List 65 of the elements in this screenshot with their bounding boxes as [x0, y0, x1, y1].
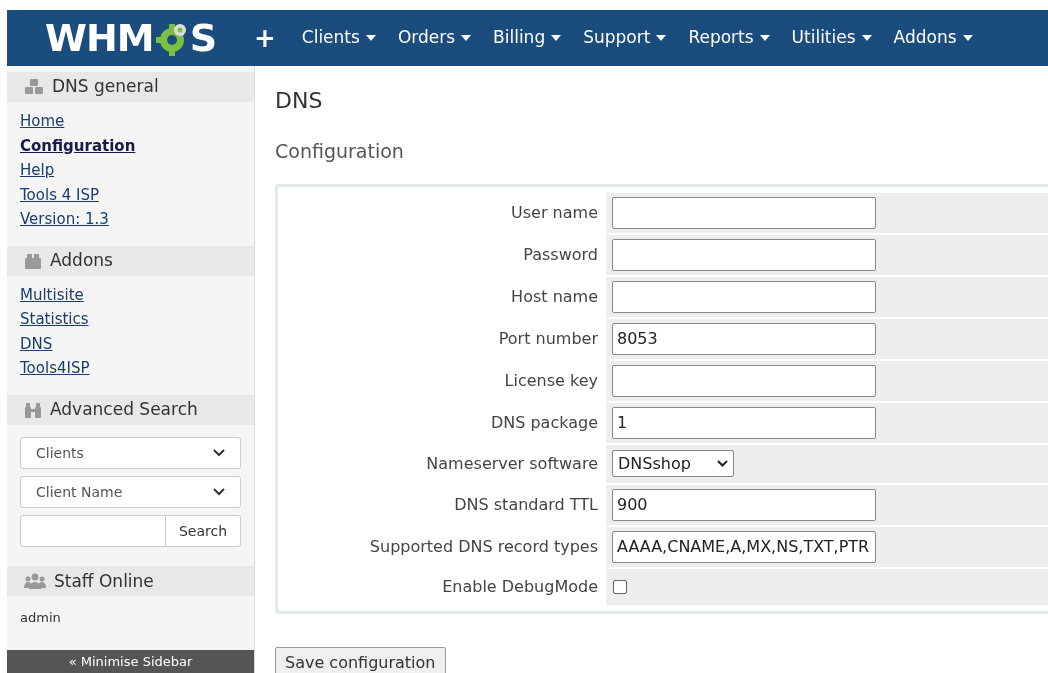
caret-icon: [461, 35, 472, 41]
field-label: Port number: [498, 327, 598, 350]
dropdown[interactable]: Client Name: [20, 476, 241, 509]
staff-name: admin: [20, 609, 62, 628]
sidebar-header-title: DNS general: [52, 75, 159, 99]
nav-menu-item[interactable]: Billing: [493, 25, 562, 51]
text-field[interactable]: 8053: [612, 322, 876, 355]
nav-menu-item[interactable]: Reports: [688, 25, 770, 51]
sidebar-link[interactable]: Version: 1.3: [20, 207, 109, 232]
text-field[interactable]: 1: [612, 406, 876, 439]
nav-menu-item[interactable]: Clients: [301, 25, 376, 51]
nav-menu-item[interactable]: Orders: [397, 25, 472, 51]
box-icon: [24, 252, 42, 269]
caret-icon: [759, 35, 770, 41]
chevron-icon: [717, 460, 728, 467]
sidebar-link[interactable]: Statistics: [20, 307, 89, 332]
nav-menu-item[interactable]: Addons: [893, 25, 973, 51]
field-label: DNS package: [490, 411, 598, 434]
text-field[interactable]: [612, 196, 876, 229]
sidebar-link[interactable]: DNS: [20, 331, 53, 357]
chevron-icon: [213, 449, 225, 458]
search-field[interactable]: [20, 515, 166, 548]
caret-icon: [365, 35, 376, 41]
nav-menu-item[interactable]: Support: [583, 25, 667, 51]
add-button[interactable]: +: [254, 18, 276, 58]
field-label: Password: [523, 243, 598, 266]
sidebar-header-title: Staff Online: [54, 569, 154, 593]
sidebar-link[interactable]: Tools 4 ISP: [20, 182, 100, 208]
caret-icon: [962, 35, 973, 41]
dropdown[interactable]: DNSshop: [612, 450, 734, 477]
field-label: Enable DebugMode: [442, 575, 598, 598]
sidebar-link[interactable]: Configuration: [20, 133, 136, 159]
caret-icon: [861, 35, 872, 41]
field-label: User name: [511, 201, 598, 224]
dropdown[interactable]: Clients: [20, 437, 241, 470]
sidebar-header-title: Advanced Search: [50, 398, 198, 422]
text-field[interactable]: [612, 238, 876, 271]
chevron-icon: [213, 488, 225, 497]
checkbox[interactable]: [613, 579, 627, 594]
cubes-icon: [24, 78, 44, 97]
binoculars-icon: [24, 402, 42, 419]
field-label: DNS standard TTL: [454, 493, 598, 516]
field-label: Supported DNS record types: [369, 535, 598, 558]
sidebar-link[interactable]: Help: [20, 158, 55, 183]
whmcs-logo[interactable]: WHM S: [7, 10, 254, 66]
field-label: License key: [504, 369, 598, 392]
section-heading: Configuration: [275, 139, 405, 164]
caret-icon: [656, 35, 667, 41]
sidebar-link[interactable]: Home: [20, 109, 65, 134]
minimise-sidebar-button[interactable]: « Minimise Sidebar: [7, 649, 254, 673]
caret-icon: [551, 35, 562, 41]
save-button[interactable]: Save configuration: [275, 646, 446, 673]
sidebar-link[interactable]: Tools4ISP: [20, 356, 90, 381]
text-field[interactable]: [612, 364, 876, 397]
text-field[interactable]: 900: [612, 488, 876, 521]
field-label: Nameserver software: [426, 452, 598, 475]
sidebar-link[interactable]: Multisite: [20, 282, 84, 308]
nav-menu-item[interactable]: Utilities: [791, 25, 872, 51]
sidebar-header-title: Addons: [50, 249, 113, 273]
field-label: Host name: [511, 285, 598, 308]
text-field[interactable]: AAAA,CNAME,A,MX,NS,TXT,PTR: [612, 530, 876, 563]
users-icon: [24, 573, 46, 590]
page-title: DNS: [275, 87, 324, 115]
text-field[interactable]: [612, 280, 876, 313]
search-button[interactable]: Search: [166, 515, 241, 548]
